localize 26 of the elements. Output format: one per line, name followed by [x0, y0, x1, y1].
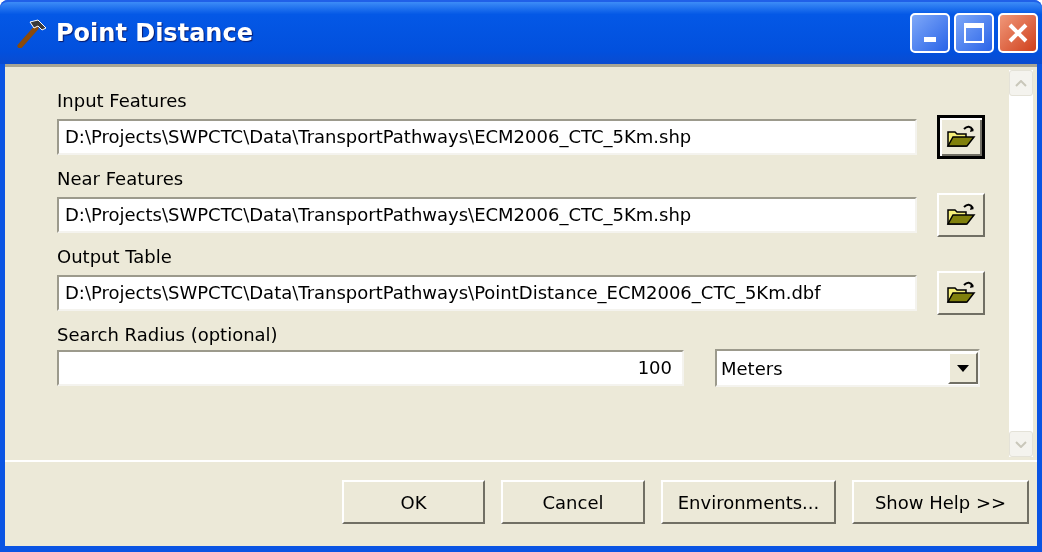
open-folder-icon — [946, 124, 976, 150]
radius-field[interactable]: 100 — [57, 350, 684, 386]
dialog-button[interactable]: OK — [342, 480, 485, 524]
dialog-button[interactable]: Cancel — [501, 480, 645, 524]
window-title: Point Distance — [56, 19, 254, 47]
close-button[interactable] — [998, 13, 1038, 53]
minimize-button[interactable] — [910, 13, 950, 53]
unit-dropdown[interactable]: Meters — [715, 349, 980, 387]
dialog-button[interactable]: Environments... — [661, 480, 836, 524]
path-field[interactable]: D:\Projects\SWPCTC\Data\TransportPathways\ECM2006_CTC_5Km.shp — [57, 119, 917, 155]
browse-button[interactable] — [937, 115, 985, 159]
close-icon — [1007, 22, 1029, 44]
field-label: Near Features — [57, 167, 184, 191]
maximize-button[interactable] — [954, 13, 994, 53]
field-label: Search Radius (optional) — [57, 323, 278, 347]
hammer-icon — [16, 18, 48, 48]
dialog-button[interactable]: Show Help >> — [852, 480, 1029, 524]
maximize-icon — [963, 22, 985, 44]
open-folder-icon — [946, 280, 976, 306]
dropdown-arrow-icon — [957, 364, 969, 372]
field-label: Output Table — [57, 245, 172, 269]
field-label: Input Features — [57, 89, 187, 113]
minimize-icon — [924, 36, 936, 42]
open-folder-icon — [946, 202, 976, 228]
path-field[interactable]: D:\Projects\SWPCTC\Data\TransportPathways\ECM2006_CTC_5Km.shp — [57, 197, 917, 233]
path-field[interactable]: D:\Projects\SWPCTC\Data\TransportPathways\PointDistance_ECM2006_CTC_5Km.dbf — [57, 275, 917, 311]
